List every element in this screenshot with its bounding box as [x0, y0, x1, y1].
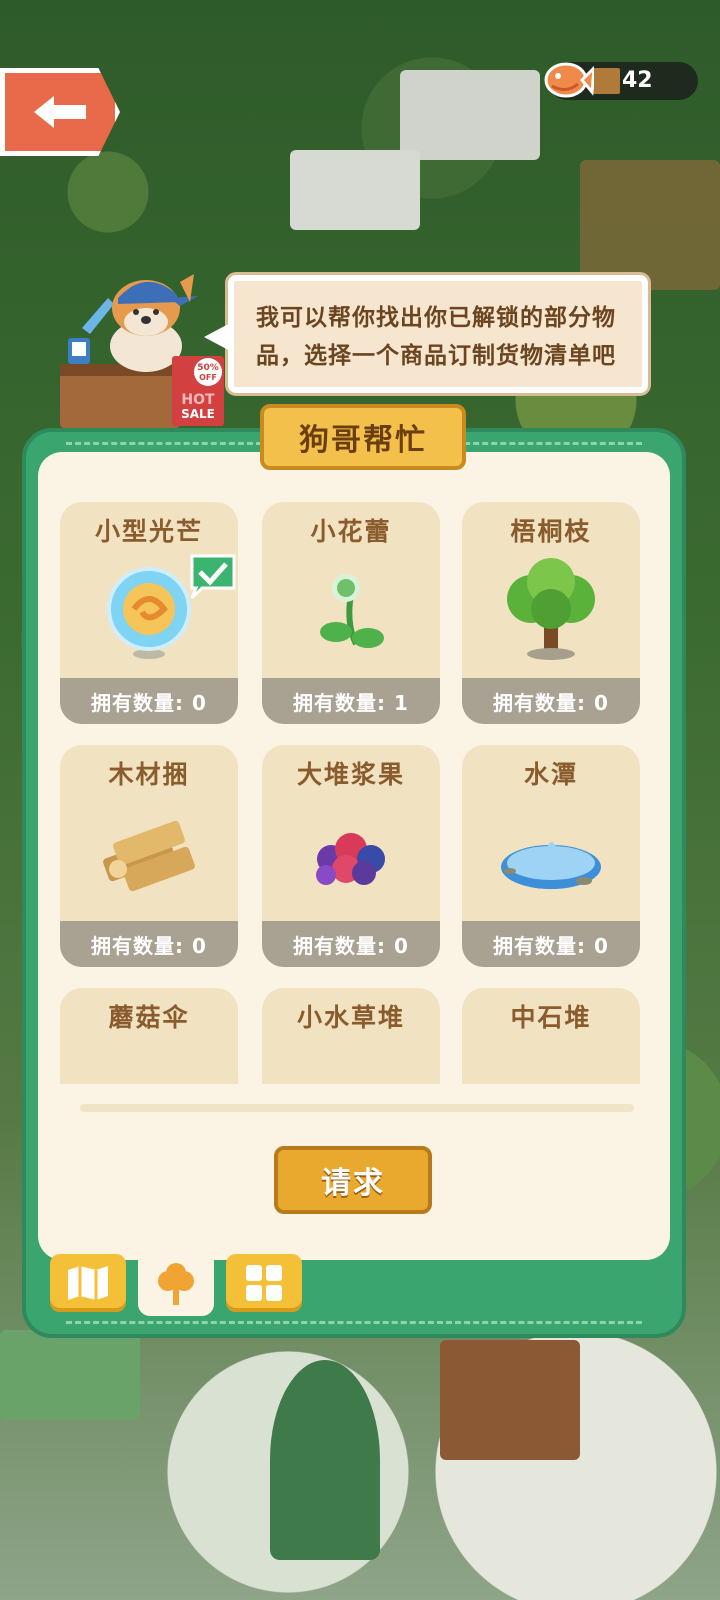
tree-icon: [507, 558, 595, 660]
sign-hot: HOT: [181, 392, 215, 408]
currency-bar: [592, 68, 620, 94]
item-owned-count: 拥有数量: 1: [262, 678, 440, 724]
scroll-track[interactable]: [80, 1104, 634, 1112]
item-name: 蘑菇伞: [108, 1003, 190, 1032]
grid-icon: [246, 1265, 282, 1301]
back-arrow-icon: [34, 96, 86, 128]
tab-tree[interactable]: [138, 1254, 214, 1316]
bg-xmas-tree: [270, 1360, 380, 1560]
item-name: 中石堆: [510, 1003, 592, 1032]
item-card[interactable]: 中石堆: [462, 988, 640, 1084]
item-card[interactable]: 小花蕾拥有数量: 1: [262, 502, 440, 724]
bg-arch: [580, 160, 720, 290]
item-card[interactable]: 木材捆拥有数量: 0: [60, 745, 238, 967]
selected-check-icon: [190, 554, 236, 600]
item-card[interactable]: 蘑菇伞: [60, 988, 238, 1084]
item-card[interactable]: 小型光芒拥有数量: 0: [60, 502, 238, 724]
fish-currency-icon: [544, 62, 594, 98]
bg-building: [290, 150, 420, 230]
panel-dash-bottom: [66, 1321, 642, 1324]
item-owned-count: 拥有数量: 0: [262, 921, 440, 967]
item-name: 小花蕾: [310, 517, 392, 546]
bg-building: [400, 70, 540, 160]
item-owned-count: 拥有数量: 0: [60, 678, 238, 724]
item-name: 水潭: [523, 760, 578, 789]
back-button[interactable]: [0, 68, 120, 156]
sign-50: 50%: [197, 363, 219, 373]
item-owned-count: 拥有数量: 0: [462, 921, 640, 967]
tab-grid[interactable]: [226, 1254, 302, 1312]
panel-title: 狗哥帮忙: [260, 404, 466, 470]
item-card[interactable]: 梧桐枝拥有数量: 0: [462, 502, 640, 724]
item-name: 梧桐枝: [510, 517, 592, 546]
bg-counter: [440, 1340, 580, 1460]
water-grass-icon: [296, 1040, 406, 1084]
flower-bud-icon: [320, 574, 384, 648]
request-button[interactable]: 请求: [274, 1146, 432, 1214]
item-name: 小型光芒: [94, 517, 203, 546]
npc-speech-bubble: 我可以帮你找出你已解锁的部分物品，选择一个商品订制货物清单吧: [204, 275, 648, 393]
npc-speech-text: 我可以帮你找出你已解锁的部分物品，选择一个商品订制货物清单吧: [256, 305, 616, 369]
item-card[interactable]: 水潭拥有数量: 0: [462, 745, 640, 967]
berries-icon: [316, 833, 385, 885]
pond-icon: [501, 842, 601, 889]
tab-map[interactable]: [50, 1254, 126, 1312]
tree-tab-icon: [158, 1263, 194, 1305]
mushroom-icon: [94, 1040, 204, 1084]
map-icon: [68, 1266, 108, 1300]
sign-off: OFF: [199, 373, 217, 382]
currency-counter: 42: [544, 62, 698, 100]
bg-hedge: [0, 1330, 140, 1420]
sign-sale: SALE: [181, 407, 215, 421]
item-name: 大堆浆果: [296, 760, 405, 789]
currency-value: 42: [622, 68, 653, 93]
item-name: 小水草堆: [296, 1003, 405, 1032]
stone-pile-icon: [496, 1040, 606, 1084]
item-grid[interactable]: 小型光芒 拥有数量: 0 小花蕾 拥有数量: 1 梧桐枝 拥有数量: 0 木材捆 拥有数量: …: [60, 502, 646, 1084]
item-owned-count: 拥有数量: 0: [60, 921, 238, 967]
item-card[interactable]: 大堆浆果拥有数量: 0: [262, 745, 440, 967]
item-owned-count: 拥有数量: 0: [462, 678, 640, 724]
wood-bundle-icon: [103, 820, 195, 892]
item-card[interactable]: 小水草堆: [262, 988, 440, 1084]
item-name: 木材捆: [108, 760, 190, 789]
